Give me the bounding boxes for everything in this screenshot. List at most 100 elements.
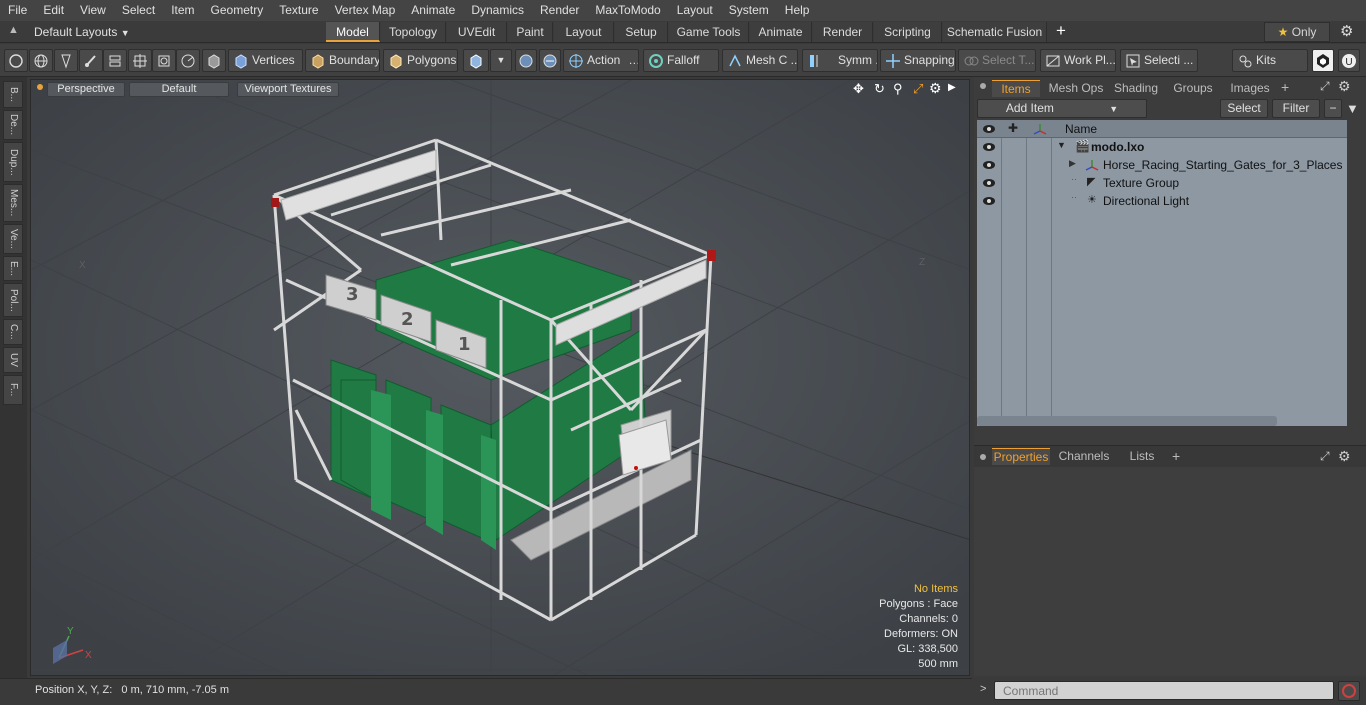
- vtab-vertex[interactable]: Ve...: [3, 224, 23, 254]
- list-item[interactable]: ·· ◤ Texture Group: [977, 174, 1347, 192]
- maximize-icon[interactable]: ⤢: [1320, 79, 1330, 94]
- items-scrollbar[interactable]: [977, 416, 1277, 426]
- element-button[interactable]: [152, 49, 176, 72]
- material-dropdown[interactable]: ▼: [490, 49, 512, 72]
- menu-render[interactable]: Render: [532, 0, 587, 21]
- zoom-icon[interactable]: ⚲: [893, 81, 903, 97]
- properties-gear-icon[interactable]: ⚙: [1338, 448, 1351, 465]
- expand-down-icon[interactable]: ▼: [1057, 140, 1066, 150]
- eye-icon[interactable]: [982, 159, 996, 171]
- globe-button[interactable]: [29, 49, 53, 72]
- tab-channels[interactable]: Channels: [1056, 448, 1112, 465]
- tab-shading[interactable]: Shading: [1110, 80, 1162, 97]
- layout-selector[interactable]: Default Layouts ▼: [34, 23, 130, 41]
- list-item[interactable]: ▶ Horse_Racing_Starting_Gates_for_3_Plac…: [977, 156, 1347, 174]
- tab-topology[interactable]: Topology: [381, 22, 446, 42]
- tab-game-tools[interactable]: Game Tools: [669, 22, 749, 42]
- eye-icon[interactable]: [982, 123, 996, 135]
- items-mode-button[interactable]: [202, 49, 226, 72]
- vtab-uv[interactable]: UV: [3, 347, 23, 373]
- play-icon[interactable]: ▶: [948, 82, 956, 93]
- viewport-menu-dot[interactable]: [37, 84, 43, 90]
- gear-icon[interactable]: ⚙: [1340, 22, 1353, 40]
- tab-properties[interactable]: Properties: [992, 448, 1050, 465]
- pen-button[interactable]: [54, 49, 78, 72]
- maximize-icon[interactable]: ⤢: [1320, 449, 1330, 464]
- vertices-button[interactable]: Vertices: [228, 49, 303, 72]
- add-tab-icon[interactable]: +: [1056, 21, 1066, 41]
- select-through-button[interactable]: Select T...: [958, 49, 1036, 72]
- tab-uvedit[interactable]: UVEdit: [447, 22, 507, 42]
- fit-icon[interactable]: ⤢: [913, 81, 923, 97]
- expand-up-icon[interactable]: ▲: [8, 24, 19, 36]
- only-toggle[interactable]: ★ Only: [1264, 22, 1330, 42]
- menu-file[interactable]: File: [0, 0, 35, 21]
- selection-sets-button[interactable]: Selecti ...: [1120, 49, 1198, 72]
- circle-select-button[interactable]: [4, 49, 28, 72]
- menu-geometry[interactable]: Geometry: [203, 0, 272, 21]
- mesh-constraint-button[interactable]: Mesh C ...: [722, 49, 798, 72]
- menu-layout[interactable]: Layout: [669, 0, 721, 21]
- properties-menu-dot[interactable]: [980, 454, 986, 460]
- record-macro-button[interactable]: [1338, 681, 1360, 701]
- add-item-button[interactable]: Add Item ▼: [977, 99, 1147, 118]
- unreal-button[interactable]: U: [1338, 49, 1360, 72]
- tab-images[interactable]: Images: [1224, 80, 1276, 97]
- command-input[interactable]: [994, 681, 1334, 700]
- menu-system[interactable]: System: [721, 0, 777, 21]
- name-column-header[interactable]: Name: [1065, 122, 1097, 136]
- tab-paint[interactable]: Paint: [508, 22, 553, 42]
- vtab-curve[interactable]: C...: [3, 319, 23, 345]
- collapse-button[interactable]: −: [1324, 99, 1342, 118]
- menu-dynamics[interactable]: Dynamics: [463, 0, 532, 21]
- action-button[interactable]: Action …: [563, 49, 639, 72]
- filter-button[interactable]: Filter: [1272, 99, 1320, 118]
- add-panel-tab-icon[interactable]: +: [1281, 79, 1289, 95]
- tab-animate[interactable]: Animate: [750, 22, 812, 42]
- menu-maxtomodo[interactable]: MaxToModo: [587, 0, 668, 21]
- menu-animate[interactable]: Animate: [403, 0, 463, 21]
- axes-icon[interactable]: [1033, 122, 1047, 136]
- vtab-fusion[interactable]: F...: [3, 375, 23, 405]
- tab-model[interactable]: Model: [326, 22, 380, 42]
- menu-help[interactable]: Help: [777, 0, 818, 21]
- select-button[interactable]: Select: [1220, 99, 1268, 118]
- list-item[interactable]: ·· ☀ Directional Light: [977, 192, 1347, 210]
- menu-edit[interactable]: Edit: [35, 0, 72, 21]
- polygons-button[interactable]: Polygons: [383, 49, 458, 72]
- symmetry-shield2-button[interactable]: [539, 49, 561, 72]
- menu-select[interactable]: Select: [114, 0, 163, 21]
- viewport-gear-icon[interactable]: ⚙: [929, 80, 942, 97]
- panel-gear-icon[interactable]: ⚙: [1338, 78, 1351, 95]
- vtab-edge[interactable]: E...: [3, 256, 23, 281]
- default-shading-button[interactable]: Default: [129, 82, 229, 97]
- perspective-button[interactable]: Perspective: [47, 82, 125, 97]
- viewport-textures-button[interactable]: Viewport Textures: [237, 82, 339, 97]
- vtab-duplicate[interactable]: Dup...: [3, 142, 23, 182]
- tab-layout[interactable]: Layout: [554, 22, 614, 42]
- expand-right-icon[interactable]: ▶: [1069, 158, 1076, 169]
- eye-icon[interactable]: [982, 195, 996, 207]
- vtab-mesh-edit[interactable]: Mes...: [3, 184, 23, 222]
- pan-icon[interactable]: ✥: [853, 81, 864, 97]
- lock-column-icon[interactable]: ✚: [1008, 121, 1018, 135]
- tab-items[interactable]: Items: [992, 80, 1040, 97]
- eye-icon[interactable]: [982, 177, 996, 189]
- falloff-button[interactable]: Falloff: [643, 49, 719, 72]
- tab-scripting[interactable]: Scripting: [874, 22, 942, 42]
- symmetry-button[interactable]: Symm ...: [802, 49, 878, 72]
- funnel-icon[interactable]: ▼: [1346, 101, 1359, 116]
- boundary-button[interactable]: Boundary: [305, 49, 380, 72]
- brush-button[interactable]: [79, 49, 103, 72]
- menu-item[interactable]: Item: [163, 0, 202, 21]
- menu-texture[interactable]: Texture: [271, 0, 326, 21]
- add-property-tab-icon[interactable]: +: [1172, 448, 1180, 464]
- vtab-basic[interactable]: B...: [3, 81, 23, 108]
- vtab-deform[interactable]: De...: [3, 110, 23, 140]
- unity-button[interactable]: [1312, 49, 1334, 72]
- list-item[interactable]: ▼ 🎬 modo.lxo: [977, 138, 1347, 156]
- symmetry-shield-button[interactable]: [515, 49, 537, 72]
- work-plane-button[interactable]: Work Pl...: [1040, 49, 1116, 72]
- tab-lists[interactable]: Lists: [1118, 448, 1166, 465]
- eye-icon[interactable]: [982, 141, 996, 153]
